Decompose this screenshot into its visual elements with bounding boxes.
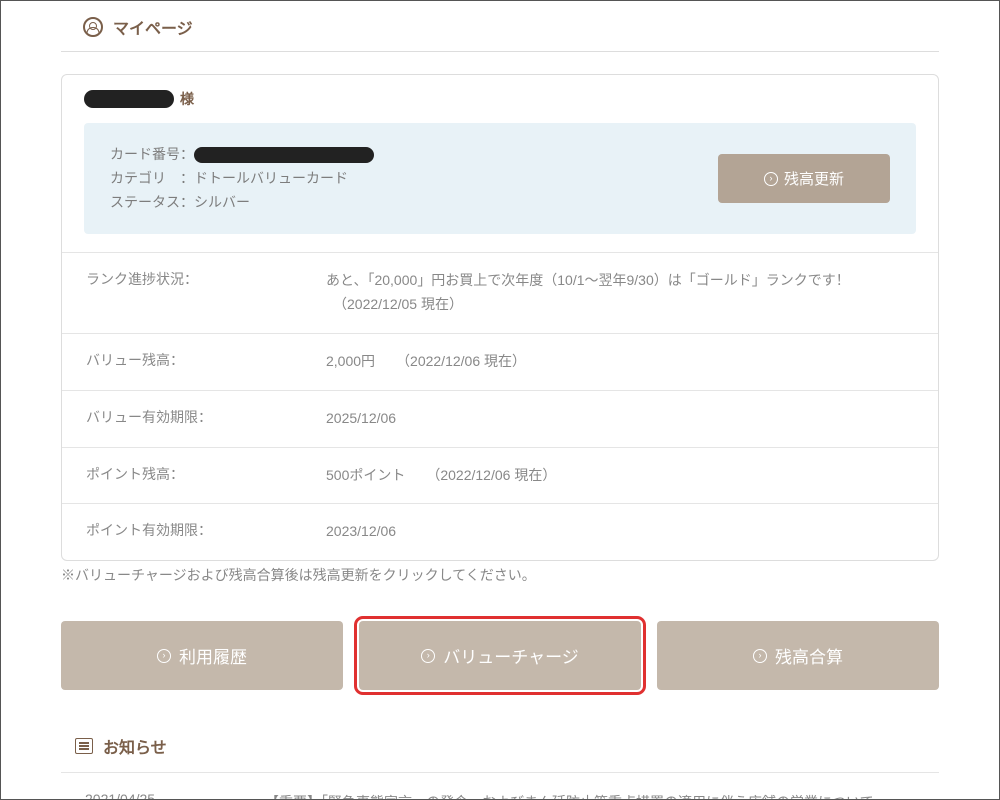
detail-row: バリュー残高：2,000円 （2022/12/06 現在） [62,333,938,390]
detail-label: ランク進捗状況： [86,269,326,317]
value-charge-button[interactable]: バリューチャージ [359,621,641,690]
detail-value: 500ポイント （2022/12/06 現在） [326,464,914,488]
usage-history-label: 利用履歴 [179,643,247,668]
refresh-balance-label: 残高更新 [784,168,844,189]
page-title: マイページ [113,15,193,39]
detail-row: ポイント残高：500ポイント （2022/12/06 現在） [62,447,938,504]
news-item[interactable]: 2021/04/25【重要】「緊急事態宣言」の発令、およびまん延防止等重点措置の… [61,772,939,800]
greeting-row: 様 [62,75,938,115]
refresh-balance-button[interactable]: 残高更新 [718,154,890,203]
category-label: カテゴリ ： [110,167,194,191]
action-buttons-row: 利用履歴 バリューチャージ 残高合算 [61,621,939,690]
balance-merge-button[interactable]: 残高合算 [657,621,939,690]
card-number-label: カード番号： [110,143,194,167]
detail-label: ポイント有効期限： [86,520,326,544]
chevron-right-icon [753,649,767,663]
balance-merge-label: 残高合算 [775,643,843,668]
card-info-lines: カード番号： カテゴリ ： ドトールバリューカード ステータス： シルバー [110,143,374,214]
detail-value: 2023/12/06 [326,520,914,544]
card-info-panel: カード番号： カテゴリ ： ドトールバリューカード ステータス： シルバー 残高… [84,123,916,234]
detail-value: 2,000円 （2022/12/06 現在） [326,350,914,374]
chevron-right-icon [421,649,435,663]
news-header: お知らせ [61,734,939,758]
usage-history-button[interactable]: 利用履歴 [61,621,343,690]
news-date: 2021/04/25 [85,791,265,800]
status-value: シルバー [194,191,250,215]
detail-value: あと、「20,000」円お買上で次年度（10/1～翌年9/30）は「ゴールド」ラ… [326,269,914,317]
balance-note: ※バリューチャージおよび残高合算後は残高更新をクリックしてください。 [61,565,939,585]
news-text: 【重要】「緊急事態宣言」の発令、およびまん延防止等重点措置の適用に伴う店舗の営業… [265,791,915,800]
chevron-right-icon [764,172,778,186]
status-line: ステータス： シルバー [110,191,374,215]
detail-value: 2025/12/06 [326,407,914,431]
category-line: カテゴリ ： ドトールバリューカード [110,167,374,191]
card-number-redacted [194,147,374,163]
detail-label: バリュー有効期限： [86,407,326,431]
greeting-suffix: 様 [180,89,194,109]
chevron-right-icon [157,649,171,663]
detail-row: ランク進捗状況：あと、「20,000」円お買上で次年度（10/1～翌年9/30）… [62,252,938,333]
page-container: マイページ 様 カード番号： カテゴリ ： ドトールバリューカード ステータス：… [0,0,1000,800]
category-value: ドトールバリューカード [194,167,348,191]
news-heading: お知らせ [103,734,167,758]
user-name-redacted [84,90,174,108]
detail-row: ポイント有効期限：2023/12/06 [62,503,938,560]
value-charge-label: バリューチャージ [443,643,579,668]
detail-row: バリュー有効期限：2025/12/06 [62,390,938,447]
person-icon [83,17,103,37]
detail-label: ポイント残高： [86,464,326,488]
status-label: ステータス： [110,191,194,215]
mypage-header: マイページ [61,9,939,52]
card-number-line: カード番号： [110,143,374,167]
news-icon [75,738,93,754]
detail-label: バリュー残高： [86,350,326,374]
account-card: 様 カード番号： カテゴリ ： ドトールバリューカード ステータス： シルバー [61,74,939,561]
